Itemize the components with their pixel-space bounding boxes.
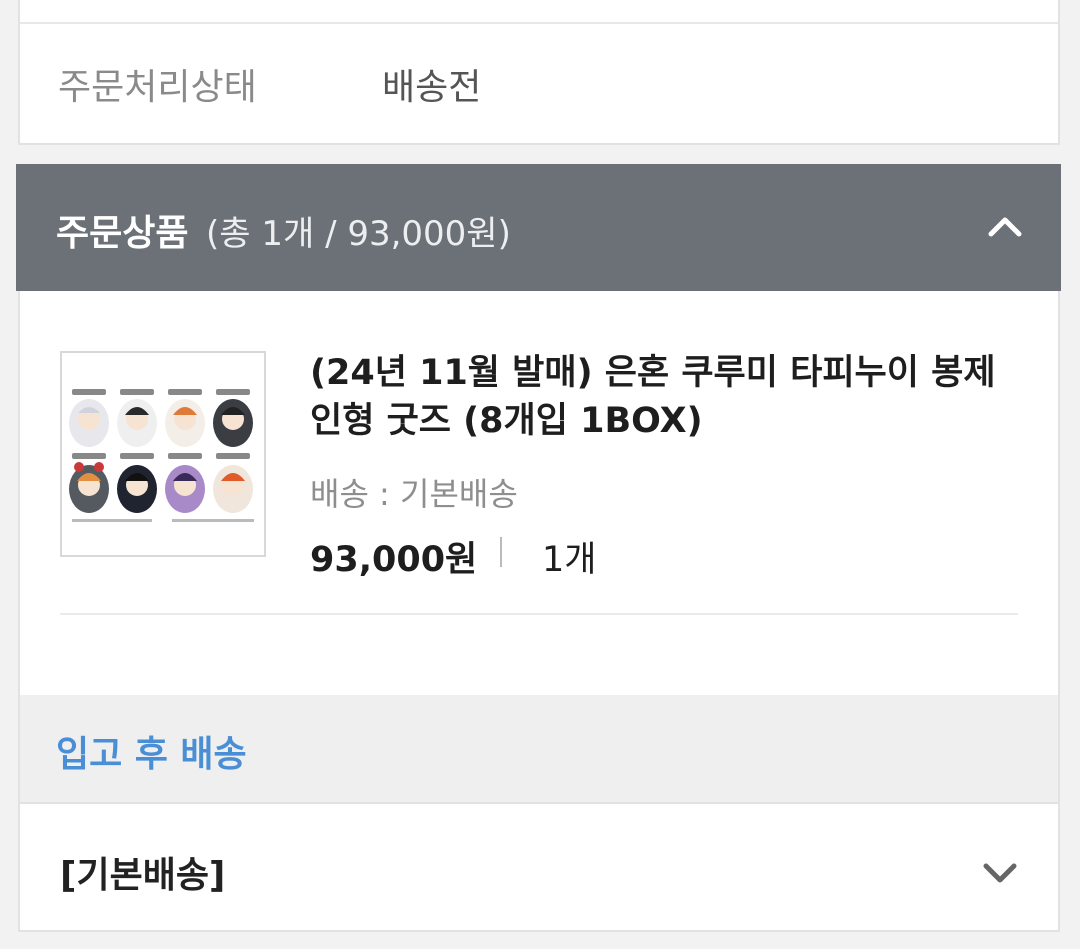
restock-notice: 입고 후 배송 — [56, 734, 247, 775]
product-quantity: 1개 — [542, 540, 597, 580]
restock-notice-band: 입고 후 배송 — [18, 695, 1060, 802]
order-items-header[interactable]: 주문상품 (총 1개 / 93,000원) — [16, 164, 1061, 291]
separator — [500, 537, 502, 567]
plush-set-image — [62, 353, 264, 555]
product-card: (24년 11월 발매) 은혼 쿠루미 타피누이 봉제 인형 굿즈 (8개입 1… — [18, 291, 1060, 695]
product-price: 93,000원 — [310, 540, 478, 580]
chevron-down-icon[interactable] — [980, 852, 1020, 892]
basic-shipping-label: [기본배송] — [60, 855, 226, 896]
product-name[interactable]: (24년 11월 발매) 은혼 쿠루미 타피누이 봉제 인형 굿즈 (8개입 1… — [310, 349, 1030, 445]
chevron-up-icon[interactable] — [985, 206, 1025, 246]
order-status-card: 주문처리상태 배송전 — [18, 0, 1060, 145]
order-items-summary: (총 1개 / 93,000원) — [206, 214, 511, 254]
order-status-value: 배송전 — [382, 67, 482, 108]
product-thumbnail[interactable] — [60, 351, 266, 557]
divider — [20, 22, 1058, 24]
divider — [60, 613, 1018, 615]
basic-shipping-section[interactable]: [기본배송] — [18, 802, 1060, 932]
order-status-label: 주문처리상태 — [58, 67, 257, 108]
product-shipping-method: 배송 : 기본배송 — [310, 475, 518, 513]
order-items-title: 주문상품 — [56, 213, 189, 254]
